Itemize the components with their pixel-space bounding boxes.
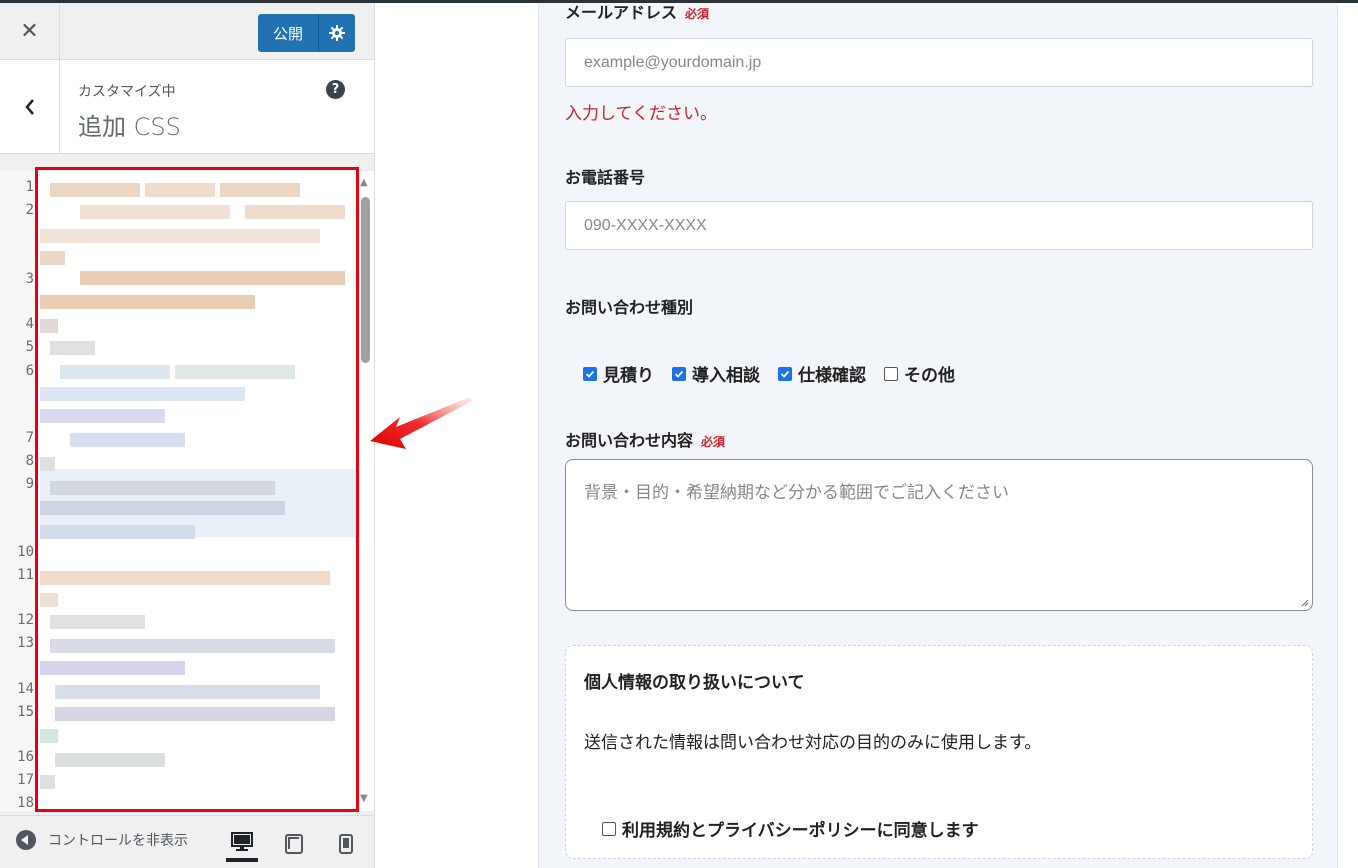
checkbox-spec-check[interactable]: 仕様確認 <box>778 361 866 386</box>
line-number: 16 <box>17 749 34 765</box>
line-number: 12 <box>17 612 34 628</box>
preview-tablet-button[interactable] <box>278 826 310 862</box>
agree-label: 利用規約とプライバシーポリシーに同意します <box>622 821 979 841</box>
preview-desktop-button[interactable] <box>226 826 258 862</box>
mobile-icon <box>339 834 353 854</box>
annotation-arrow-icon <box>370 397 472 449</box>
line-number: 14 <box>17 681 34 697</box>
checkbox-label: 仕様確認 <box>798 366 866 386</box>
publish-controls: 公開 <box>258 14 355 52</box>
line-number: 2 <box>25 202 34 218</box>
checkbox-label: その他 <box>904 366 955 386</box>
line-number: 8 <box>25 453 34 469</box>
email-label: メールアドレス 必須 <box>565 0 709 23</box>
editor-scrollbar[interactable]: ▲ ▼ <box>358 171 374 811</box>
line-number: 7 <box>25 430 34 446</box>
line-number: 9 <box>25 476 34 492</box>
checkbox-label: 見積り <box>603 366 654 386</box>
collapse-icon <box>16 830 36 850</box>
checkbox-other[interactable]: その他 <box>884 361 955 386</box>
section-title: 追加 CSS <box>78 113 181 141</box>
phone-label: お電話番号 <box>565 168 646 187</box>
line-number-gutter: 1 2 3 4 5 6 7 8 9 10 11 12 13 14 15 16 1… <box>0 171 36 811</box>
collapse-label: コントロールを非表示 <box>48 833 188 849</box>
line-number: 1 <box>25 179 34 195</box>
checkbox-label: 導入相談 <box>692 366 760 386</box>
line-number: 4 <box>25 316 34 332</box>
privacy-title: 個人情報の取り扱いについて <box>584 673 805 693</box>
inquiry-type-options: 見積り 導入相談 仕様確認 その他 <box>583 361 955 386</box>
checkbox-checked-icon[interactable] <box>583 366 597 381</box>
required-badge: 必須 <box>701 435 726 449</box>
scrollbar-thumb[interactable] <box>361 197 370 363</box>
close-icon: ✕ <box>20 19 39 44</box>
content-textarea[interactable]: 背景・目的・希望納期など分かる範囲でご記入ください <box>565 459 1313 611</box>
line-number: 18 <box>17 795 34 811</box>
resize-handle-icon[interactable] <box>1300 598 1309 607</box>
line-number: 11 <box>17 567 34 583</box>
gear-icon <box>329 25 345 41</box>
line-number: 17 <box>17 772 34 788</box>
customizer-footer: コントロールを非表示 <box>0 815 374 868</box>
checkbox-checked-icon[interactable] <box>778 366 792 381</box>
site-preview: メールアドレス 必須 example@yourdomain.jp 入力してください… <box>538 3 1338 868</box>
section-header: カスタマイズ中 追加 CSS ? <box>0 60 374 154</box>
desktop-icon <box>231 832 253 851</box>
line-number: 10 <box>17 544 34 560</box>
agree-checkbox[interactable]: 利用規約とプライバシーポリシーに同意します <box>602 816 979 841</box>
customizer-header: ✕ 公開 <box>0 3 374 60</box>
section-subtitle: カスタマイズ中 <box>78 84 176 100</box>
inquiry-type-label: お問い合わせ種別 <box>565 298 694 317</box>
checkbox-consultation[interactable]: 導入相談 <box>672 361 760 386</box>
phone-placeholder: 090-XXXX-XXXX <box>584 216 707 234</box>
preview-mobile-button[interactable] <box>330 826 362 862</box>
line-number: 15 <box>17 704 34 720</box>
line-number: 5 <box>25 339 34 355</box>
publish-button[interactable]: 公開 <box>258 14 319 52</box>
annotation-highlight-box <box>35 167 359 812</box>
line-number: 3 <box>25 271 34 287</box>
chevron-left-icon <box>24 98 34 115</box>
collapse-sidebar-button[interactable]: コントロールを非表示 <box>16 830 208 850</box>
line-number: 6 <box>25 363 34 379</box>
scroll-up-icon[interactable]: ▲ <box>360 177 368 188</box>
checkbox-unchecked-icon[interactable] <box>602 821 616 836</box>
publish-settings-button[interactable] <box>319 14 355 52</box>
line-number: 13 <box>17 635 34 651</box>
checkbox-checked-icon[interactable] <box>672 366 686 381</box>
help-icon[interactable]: ? <box>326 80 345 99</box>
email-field[interactable]: example@yourdomain.jp <box>565 38 1313 87</box>
checkbox-unchecked-icon[interactable] <box>884 366 898 381</box>
required-badge: 必須 <box>685 7 710 21</box>
tablet-icon <box>285 834 303 854</box>
privacy-notice-box: 個人情報の取り扱いについて 送信された情報は問い合わせ対応の目的のみに使用します… <box>565 645 1313 859</box>
email-placeholder: example@yourdomain.jp <box>584 53 762 71</box>
content-label: お問い合わせ内容 必須 <box>565 427 725 451</box>
privacy-text: 送信された情報は問い合わせ対応の目的のみに使用します。 <box>584 733 1042 753</box>
back-button[interactable] <box>0 60 60 153</box>
email-error-message: 入力してください。 <box>565 104 717 124</box>
phone-field[interactable]: 090-XXXX-XXXX <box>565 201 1313 250</box>
content-placeholder: 背景・目的・希望納期など分かる範囲でご記入ください <box>584 483 1009 503</box>
scroll-down-icon[interactable]: ▼ <box>360 793 368 804</box>
content-label-text: お問い合わせ内容 <box>565 431 694 450</box>
close-customizer-button[interactable]: ✕ <box>0 3 60 60</box>
checkbox-estimate[interactable]: 見積り <box>583 361 654 386</box>
email-label-text: メールアドレス <box>565 3 678 22</box>
